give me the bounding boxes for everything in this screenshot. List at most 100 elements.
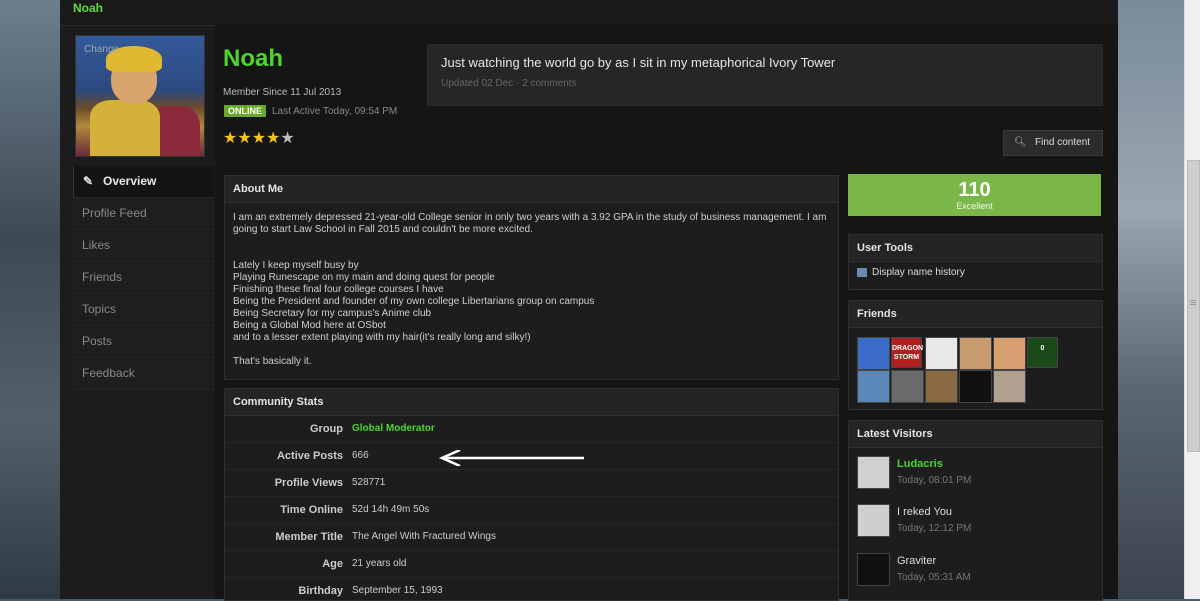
id-card-icon xyxy=(857,267,867,277)
breadcrumb-bar: Noah xyxy=(60,0,1118,26)
stats-label: Age xyxy=(322,558,343,570)
stats-label: Active Posts xyxy=(276,450,343,462)
friend-thumbnail[interactable] xyxy=(857,370,890,403)
about-line: and to a lesser extent playing with my h… xyxy=(233,332,531,343)
friends-panel: Friends DRAGON STORM 0 xyxy=(848,300,1103,410)
display-name-history-label: Display name history xyxy=(872,267,965,278)
online-badge: ONLINE xyxy=(224,105,267,117)
friend-thumbnail[interactable] xyxy=(993,370,1026,403)
profile-sidenav: ✎ Overview Profile Feed Likes Friends Top… xyxy=(73,166,214,390)
sidenav-item-label: Overview xyxy=(103,174,157,188)
stats-label: Member Title xyxy=(275,531,343,543)
visitor-name[interactable]: Graviter xyxy=(897,555,936,567)
visitor-item[interactable]: Graviter Today, 05:31 AM xyxy=(857,553,1093,593)
visitor-time: Today, 08:01 PM xyxy=(897,475,972,486)
sidenav-item-label: Posts xyxy=(82,334,113,348)
avatar-armor xyxy=(90,100,160,156)
stats-row: Profile Views 528771 xyxy=(225,470,838,497)
stats-value: 528771 xyxy=(352,477,386,488)
visitor-time: Today, 05:31 AM xyxy=(897,572,971,583)
reputation-label: Excellent xyxy=(956,201,993,211)
about-me-title: About Me xyxy=(225,176,838,203)
visitor-time: Today, 12:12 PM xyxy=(897,523,972,534)
status-meta[interactable]: Updated 02 Dec · 2 comments xyxy=(441,78,577,89)
visitor-item[interactable]: Ludacris Today, 08:01 PM xyxy=(857,456,1093,496)
avatar[interactable]: Change xyxy=(75,35,205,157)
visitor-item[interactable]: I reked You Today, 12:12 PM xyxy=(857,504,1093,544)
stats-label: Group xyxy=(310,423,343,435)
about-line: Being Secretary for my campus's Anime cl… xyxy=(233,308,432,319)
about-line: Being a Global Mod here at OSbot xyxy=(233,320,386,331)
visitor-avatar[interactable] xyxy=(857,504,890,537)
pencil-icon: ✎ xyxy=(83,174,94,188)
sidenav-item-feedback[interactable]: Feedback xyxy=(73,358,214,390)
search-document-icon: 🔍︎ xyxy=(1014,137,1027,148)
about-line: Finishing these final four college cours… xyxy=(233,284,444,295)
profile-name: Noah xyxy=(223,45,283,72)
stats-row: Time Online 52d 14h 49m 50s xyxy=(225,497,838,524)
latest-visitors-title: Latest Visitors xyxy=(849,421,1102,448)
user-tools-title: User Tools xyxy=(849,235,1102,262)
friend-thumbnail[interactable]: 0 xyxy=(1027,337,1058,368)
about-closing: That's basically it. xyxy=(233,356,312,367)
page-wrapper: Noah Change ✎ Overview Profile Feed Likes… xyxy=(60,0,1118,601)
stats-label: Profile Views xyxy=(274,477,343,489)
visitor-avatar[interactable] xyxy=(857,553,890,586)
stats-row: Age 21 years old xyxy=(225,551,838,578)
scrollbar-grip xyxy=(1190,300,1196,301)
last-active: Last Active Today, 09:54 PM xyxy=(272,106,398,117)
window-scrollbar[interactable] xyxy=(1184,0,1200,599)
star-icon: ★ xyxy=(237,130,252,147)
stats-value: The Angel With Fractured Wings xyxy=(352,531,496,542)
scrollbar-thumb[interactable] xyxy=(1187,160,1200,452)
change-avatar-link[interactable]: Change xyxy=(84,44,119,55)
friends-title: Friends xyxy=(849,301,1102,328)
sidenav-item-label: Friends xyxy=(82,270,123,284)
sidenav-item-label: Feedback xyxy=(82,366,135,380)
friend-thumbnail[interactable] xyxy=(925,370,958,403)
status-update: Just watching the world go by as I sit i… xyxy=(427,44,1103,106)
stats-row: Birthday September 15, 1993 xyxy=(225,578,838,600)
friend-thumbnail[interactable] xyxy=(857,337,890,370)
visitor-name[interactable]: Ludacris xyxy=(897,458,943,470)
friend-thumbnail[interactable] xyxy=(993,337,1026,370)
breadcrumb[interactable]: Noah xyxy=(73,1,103,15)
stats-value: 52d 14h 49m 50s xyxy=(352,504,430,515)
reputation-value: 110 xyxy=(958,179,991,201)
stats-row: Group Global Moderator xyxy=(225,416,838,443)
display-name-history-link[interactable]: Display name history xyxy=(857,267,965,278)
sidenav-item-overview[interactable]: ✎ Overview xyxy=(73,166,214,198)
community-stats-title: Community Stats xyxy=(225,389,838,416)
stats-row: Member Title The Angel With Fractured Win… xyxy=(225,524,838,551)
friend-thumbnail[interactable] xyxy=(959,337,992,370)
avatar-cape xyxy=(156,106,200,156)
about-line: Playing Runescape on my main and doing q… xyxy=(233,272,495,283)
friend-thumbnail[interactable] xyxy=(891,370,924,403)
sidenav-item-profile-feed[interactable]: Profile Feed xyxy=(73,198,214,230)
community-stats-panel: Community Stats Group Global Moderator Ac… xyxy=(224,388,839,601)
sidenav-item-likes[interactable]: Likes xyxy=(73,230,214,262)
background-left xyxy=(0,0,60,599)
find-content-button[interactable]: 🔍︎ Find content xyxy=(1003,130,1103,156)
member-since: Member Since 11 Jul 2013 xyxy=(223,87,342,98)
sidenav-item-topics[interactable]: Topics xyxy=(73,294,214,326)
find-content-label: Find content xyxy=(1035,137,1091,148)
status-text: Just watching the world go by as I sit i… xyxy=(441,55,836,70)
sidenav-item-label: Profile Feed xyxy=(82,206,147,220)
sidenav-item-friends[interactable]: Friends xyxy=(73,262,214,294)
star-icon: ★ xyxy=(223,130,238,147)
sidenav-item-posts[interactable]: Posts xyxy=(73,326,214,358)
stats-label: Birthday xyxy=(298,585,343,597)
friend-thumbnail[interactable]: DRAGON STORM xyxy=(891,337,923,368)
visitor-avatar[interactable] xyxy=(857,456,890,489)
stats-value: September 15, 1993 xyxy=(352,585,443,596)
user-tools-panel: User Tools Display name history xyxy=(848,234,1103,290)
rating-stars: ★★★★★ xyxy=(223,128,295,148)
stats-value: 21 years old xyxy=(352,558,407,569)
friend-thumbnail[interactable] xyxy=(959,370,992,403)
visitor-name[interactable]: I reked You xyxy=(897,506,952,518)
friend-thumbnail[interactable] xyxy=(925,337,958,370)
background-right xyxy=(1118,0,1184,599)
